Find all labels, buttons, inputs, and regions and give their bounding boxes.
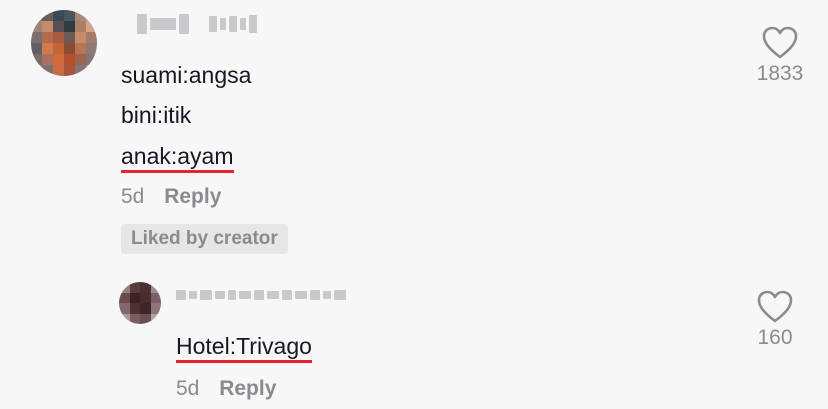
comment-meta: 5d Reply (121, 185, 221, 209)
highlighted-text: Hotel:Trivago (176, 333, 312, 363)
heart-outline-icon (762, 26, 798, 59)
reply-line: Hotel:Trivago (176, 332, 312, 363)
username-blurred[interactable] (137, 14, 257, 34)
heart-outline-icon (757, 290, 793, 323)
comment-line-2: bini:itik (121, 102, 192, 128)
reply-meta: 5d Reply (176, 377, 276, 401)
comment-line-1: suami:angsa (121, 62, 252, 88)
reply-button[interactable]: Reply (164, 185, 221, 208)
comment-line-3: anak:ayam (121, 142, 234, 173)
comment-date: 5d (121, 185, 145, 208)
reply-date: 5d (176, 377, 200, 400)
username-blurred[interactable] (176, 290, 346, 300)
like-button[interactable]: 160 (745, 290, 805, 350)
liked-by-creator-badge: Liked by creator (121, 224, 288, 254)
highlighted-text: anak:ayam (121, 143, 234, 173)
avatar[interactable] (31, 10, 97, 76)
reply-button[interactable]: Reply (219, 377, 276, 400)
like-button[interactable]: 1833 (750, 26, 810, 86)
like-count: 160 (757, 326, 793, 349)
avatar[interactable] (119, 282, 161, 324)
like-count: 1833 (756, 62, 804, 85)
